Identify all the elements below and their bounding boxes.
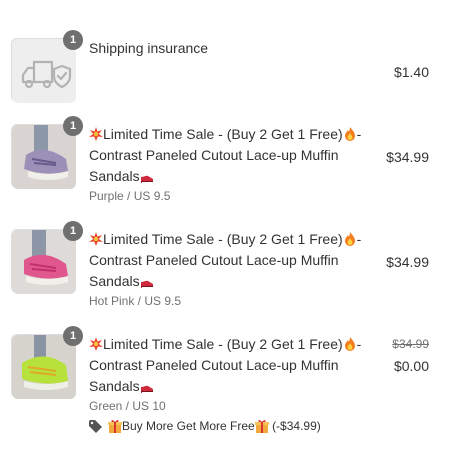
item-price: $34.99 xyxy=(386,149,429,165)
sandal-photo xyxy=(12,230,76,294)
sandal-photo xyxy=(12,335,76,399)
high-heel-emoji-icon xyxy=(140,175,153,183)
shipping-insurance-thumbnail: 1 xyxy=(11,30,83,103)
shipping-truck-shield-icon xyxy=(12,39,76,103)
item-variant: Hot Pink / US 9.5 xyxy=(89,294,182,308)
item-price: $34.99 xyxy=(386,254,429,270)
quantity-badge: 1 xyxy=(63,221,83,241)
fire-emoji-icon xyxy=(344,127,355,141)
high-heel-emoji-icon xyxy=(140,280,153,288)
collision-emoji-icon xyxy=(89,232,103,246)
item-title: Limited Time Sale - (Buy 2 Get 1 Free) -C… xyxy=(89,124,379,187)
item-price: $0.00 xyxy=(393,358,429,374)
item-variant: Green / US 10 xyxy=(89,399,166,413)
collision-emoji-icon xyxy=(89,127,103,141)
sandal-photo xyxy=(12,125,76,189)
title-part-1: Limited Time Sale - (Buy 2 Get 1 Free) xyxy=(103,126,343,142)
product-thumbnail: 1 xyxy=(11,116,83,189)
tag-icon xyxy=(89,419,102,433)
fire-emoji-icon xyxy=(344,232,355,246)
discount-label: Buy More Get More Free xyxy=(122,419,255,433)
item-title: Shipping insurance xyxy=(89,40,209,56)
product-thumbnail: 1 xyxy=(11,326,83,399)
discount-line: Buy More Get More Free (-$34.99) xyxy=(89,419,321,433)
title-part-1: Limited Time Sale - (Buy 2 Get 1 Free) xyxy=(103,231,343,247)
gift-emoji-icon xyxy=(108,420,122,433)
quantity-badge: 1 xyxy=(63,30,83,50)
item-variant: Purple / US 9.5 xyxy=(89,189,171,203)
collision-emoji-icon xyxy=(89,337,103,351)
product-thumbnail: 1 xyxy=(11,221,83,294)
high-heel-emoji-icon xyxy=(140,385,153,393)
fire-emoji-icon xyxy=(344,337,355,351)
gift-emoji-icon xyxy=(254,420,269,433)
quantity-badge: 1 xyxy=(63,326,83,346)
item-original-price: $34.99 xyxy=(392,337,429,351)
title-part-1: Limited Time Sale - (Buy 2 Get 1 Free) xyxy=(103,336,343,352)
item-price: $1.40 xyxy=(393,64,429,80)
item-title: Limited Time Sale - (Buy 2 Get 1 Free) -C… xyxy=(89,229,379,292)
quantity-badge: 1 xyxy=(63,116,83,136)
order-line-items: 1 Shipping insurance $1.40 1 Limited Tim… xyxy=(0,0,454,449)
item-title: Limited Time Sale - (Buy 2 Get 1 Free) -C… xyxy=(89,334,379,397)
discount-amount: (-$34.99) xyxy=(272,419,321,433)
